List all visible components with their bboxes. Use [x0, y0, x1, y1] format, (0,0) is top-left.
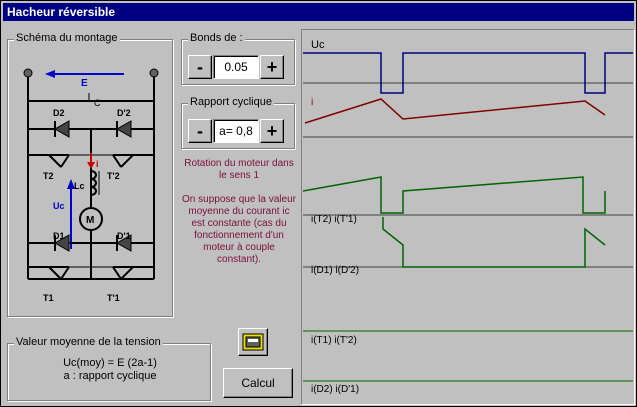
label-uc: Uc	[53, 201, 65, 211]
rapport-value-field[interactable]: a= 0,8	[213, 119, 259, 143]
terminal-right	[149, 68, 159, 78]
label-d2: D2	[53, 108, 65, 118]
bonds-value-field[interactable]: 0.05	[213, 55, 259, 79]
waveform-display: Uc i i(T2) i(T'1) i(D1) i(D'2) i(T1) i(T…	[303, 31, 633, 403]
main-window: Hacheur réversible Schéma du montage E C…	[0, 0, 637, 407]
window-title: Hacheur réversible	[3, 3, 634, 21]
explanation-note: Rotation du moteur dans le sens 1 On sup…	[181, 158, 297, 278]
scope-label-i: i	[311, 97, 314, 108]
label-motor: M	[86, 215, 94, 226]
label-lc: Lc	[74, 181, 85, 191]
scope-label-uc: Uc	[311, 39, 325, 51]
rapport-decrement-button[interactable]: -	[188, 119, 212, 143]
rapport-group-label: Rapport cyclique	[188, 96, 274, 108]
label-t2: T2	[43, 171, 54, 181]
trace-it2	[303, 176, 606, 214]
scope-label-id2: i(D2) i(D'1)	[311, 384, 360, 395]
formula-text: Uc(moy) = E (2a-1)	[63, 357, 157, 369]
label-d1: D1	[53, 231, 65, 241]
diode-d2p	[115, 120, 132, 138]
trace-id1	[382, 217, 606, 268]
schema-group-label: Schéma du montage	[14, 32, 120, 44]
trace-i	[304, 98, 606, 124]
rapport-increment-button[interactable]: +	[260, 119, 284, 143]
formula-legend: a : rapport cyclique	[63, 370, 157, 382]
tension-formula: Uc(moy) = E (2a-1) a : rapport cyclique	[15, 357, 205, 383]
scope-label-it1: i(T1) i(T'2)	[311, 335, 357, 346]
label-t1: T1	[43, 293, 54, 303]
bonds-group-label: Bonds de :	[188, 32, 245, 44]
calculator-icon	[242, 333, 264, 351]
bonds-increment-button[interactable]: +	[260, 55, 284, 79]
label-c: C	[94, 98, 101, 108]
scope-label-id1: i(D1) i(D'2)	[311, 265, 360, 276]
label-e: E	[81, 78, 88, 89]
tension-group-label: Valeur moyenne de la tension	[14, 336, 163, 348]
label-t1p: T'1	[107, 293, 120, 303]
label-t2p: T'2	[107, 171, 120, 181]
label-d1p: D'1	[117, 231, 131, 241]
label-d2p: D'2	[117, 108, 131, 118]
note-assumption: On suppose que la valeur moyenne du cour…	[182, 194, 296, 265]
diode-d2	[53, 120, 70, 138]
label-i: i	[96, 159, 99, 169]
terminal-left	[23, 68, 33, 78]
calculator-button[interactable]	[238, 328, 268, 356]
calcul-button[interactable]: Calcul	[223, 368, 293, 398]
bonds-decrement-button[interactable]: -	[188, 55, 212, 79]
trace-uc	[303, 52, 633, 94]
circuit-diagram: E C D2 D'2 T2 T'2 i Lc Uc M D1 D'1 T1 T'…	[23, 68, 159, 303]
note-rotation: Rotation du moteur dans le sens 1	[184, 158, 294, 181]
scope-label-it2: i(T2) i(T'1)	[311, 214, 357, 225]
